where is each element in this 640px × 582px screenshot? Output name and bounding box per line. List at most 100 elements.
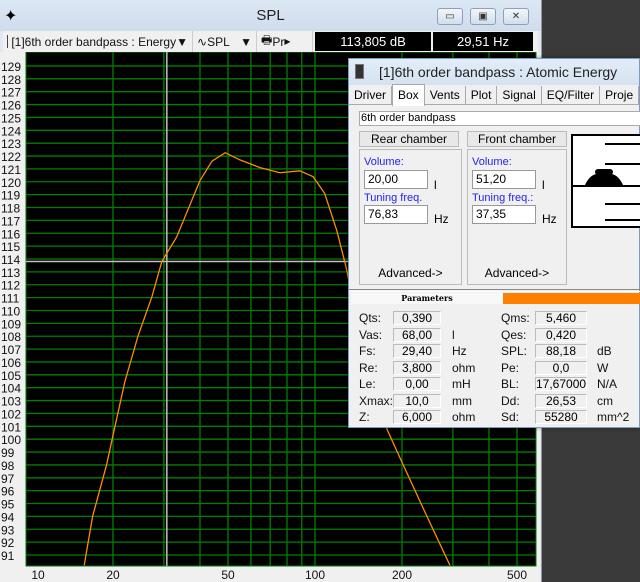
rear-chamber-panel: Volume: 20,00 l Tuning freq. 76,83 Hz Ad…: [359, 149, 462, 285]
print-button[interactable]: 🖶 Pr ▶: [257, 31, 313, 52]
y-tick-label: 110: [1, 304, 20, 318]
x-tick-label: 50: [221, 568, 235, 582]
x-tick-label: 20: [106, 568, 120, 582]
y-tick-label: 115: [1, 240, 20, 254]
param-label: Pe:: [501, 360, 520, 375]
y-tick-label: 126: [1, 99, 21, 113]
volume-label: Volume:: [364, 156, 404, 168]
param-label: Re:: [359, 360, 378, 375]
rear-tuning-input[interactable]: 76,83: [364, 205, 428, 224]
y-tick-label: 113: [1, 266, 20, 280]
param-label: SPL:: [501, 344, 528, 358]
param-unit: mH: [452, 377, 471, 391]
front-advanced-link[interactable]: Advanced->: [468, 266, 566, 280]
project-dropdown[interactable]: [1]6th order bandpass : Energy ▼: [3, 31, 193, 52]
dialog-title: [1]6th order bandpass : Atomic Energy: [379, 64, 618, 80]
param-label: Le:: [359, 377, 376, 391]
param-value: 0,00: [393, 377, 441, 391]
y-tick-label: 93: [1, 523, 15, 537]
param-unit: dB: [597, 344, 612, 358]
y-tick-label: 91: [1, 549, 15, 563]
y-tick-label: 117: [1, 214, 20, 228]
y-tick-label: 104: [1, 382, 21, 396]
y-tick-label: 101: [1, 420, 21, 434]
tuning-label: Tuning freq.:: [472, 192, 534, 204]
y-tick-label: 119: [1, 189, 20, 203]
y-tick-label: 122: [1, 150, 21, 164]
y-tick-label: 114: [1, 253, 20, 267]
y-tick-label: 112: [1, 279, 20, 293]
tab-bar: Driver Box Vents Plot Signal EQ/Filter Proje: [349, 84, 640, 106]
divider: [349, 289, 640, 292]
graph-dropdown[interactable]: ∿ SPL ▼: [193, 31, 257, 52]
front-chamber-button[interactable]: Front chamber: [467, 131, 567, 147]
spl-readout: 113,805 dB: [315, 32, 431, 51]
bandpass-box-diagram: [571, 134, 640, 228]
param-value: 55280: [535, 410, 587, 424]
y-tick-label: 97: [1, 472, 15, 486]
tab-vents[interactable]: Vents: [424, 86, 466, 104]
y-tick-label: 105: [1, 369, 21, 383]
param-unit: ohm: [452, 410, 476, 424]
title-bar: ✦ SPL ▭ ▣ ✕: [0, 0, 541, 31]
unit-label: l: [542, 178, 545, 192]
param-unit: N/A: [597, 377, 618, 391]
tab-driver[interactable]: Driver: [349, 86, 392, 104]
y-tick-label: 106: [1, 356, 21, 370]
tab-parameters[interactable]: Parameters: [351, 293, 503, 304]
param-label: Z:: [359, 410, 370, 424]
y-tick-label: 120: [1, 176, 21, 190]
param-label: Qts:: [359, 311, 382, 325]
tab-signal[interactable]: Signal: [497, 86, 542, 104]
minimize-button[interactable]: ▭: [437, 8, 463, 25]
close-button[interactable]: ✕: [503, 8, 529, 25]
param-label: Fs:: [359, 344, 376, 358]
y-tick-label: 94: [1, 510, 15, 524]
chevron-right-icon: ▶: [284, 37, 291, 46]
param-label: Qms:: [501, 311, 530, 325]
maximize-button[interactable]: ▣: [470, 8, 496, 25]
box-dialog: [1]6th order bandpass : Atomic Energy Dr…: [348, 58, 640, 428]
rear-volume-input[interactable]: 20,00: [364, 170, 428, 189]
volume-label: Volume:: [472, 156, 512, 168]
x-tick-label: 10: [31, 568, 45, 582]
y-tick-label: 108: [1, 330, 21, 344]
parameters-indicator: [503, 293, 640, 304]
param-value: 0,0: [535, 360, 587, 375]
project-icon: [355, 64, 364, 79]
param-value: 68,00: [393, 327, 441, 342]
tuning-label: Tuning freq.: [364, 192, 423, 204]
param-label: Xmax:: [359, 393, 394, 408]
toolbar: [1]6th order bandpass : Energy ▼ ∿ SPL ▼…: [3, 31, 538, 52]
box-type-field[interactable]: 6th order bandpass: [359, 111, 640, 126]
param-value: 5,460: [535, 311, 587, 325]
y-tick-label: 102: [1, 407, 21, 421]
y-tick-label: 128: [1, 73, 21, 87]
y-tick-label: 124: [1, 124, 21, 138]
tab-proje[interactable]: Proje: [600, 86, 640, 104]
y-tick-label: 123: [1, 137, 21, 151]
front-volume-input[interactable]: 51,20: [472, 170, 536, 189]
tab-eqfilter[interactable]: EQ/Filter: [541, 86, 601, 104]
tab-plot[interactable]: Plot: [465, 86, 498, 104]
y-tick-label: 92: [1, 536, 15, 550]
y-tick-label: 109: [1, 317, 21, 331]
y-tick-label: 103: [1, 395, 21, 409]
tab-box[interactable]: Box: [392, 84, 425, 106]
rear-advanced-link[interactable]: Advanced->: [360, 266, 461, 280]
param-value: 88,18: [535, 344, 587, 358]
y-tick-label: 98: [1, 459, 15, 473]
param-value: 29,40: [393, 344, 441, 358]
y-tick-label: 100: [1, 433, 21, 447]
unit-label: l: [434, 178, 437, 192]
rear-chamber-button[interactable]: Rear chamber: [359, 131, 459, 147]
param-unit: mm^2: [597, 410, 630, 424]
front-chamber-panel: Volume: 51,20 l Tuning freq.: 37,35 Hz A…: [467, 149, 567, 285]
param-unit: mm: [452, 393, 472, 408]
y-tick-label: 127: [1, 86, 21, 100]
x-tick-label: 500: [507, 568, 527, 582]
param-value: 10,0: [393, 393, 441, 408]
x-tick-label: 200: [392, 568, 412, 582]
project-label: [1]6th order bandpass : Energy: [11, 34, 177, 49]
front-tuning-input[interactable]: 37,35: [472, 205, 536, 224]
